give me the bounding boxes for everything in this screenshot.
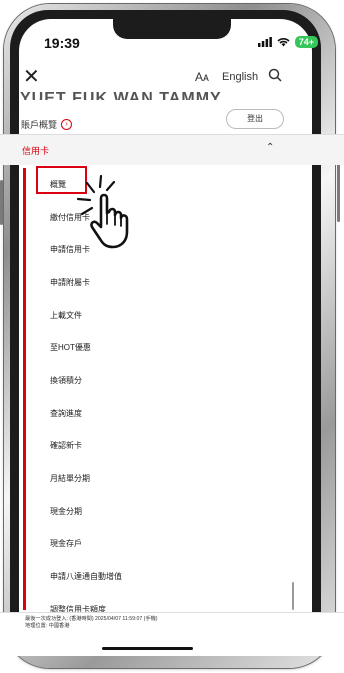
menu-item[interactable]: 現金存戶 — [26, 528, 292, 561]
close-icon[interactable]: ✕ — [23, 66, 40, 88]
menu-item[interactable]: 查詢進度 — [26, 397, 292, 430]
home-indicator[interactable] — [102, 647, 193, 650]
menu-item[interactable]: 確認新卡 — [26, 430, 292, 463]
pointing-hand-icon — [76, 174, 129, 249]
top-bar: ✕ Aᴀ English YUET FUK WAN TAMMY — [0, 66, 344, 106]
menu-item[interactable]: 申請八達通自動增值 — [26, 560, 292, 593]
search-icon[interactable] — [268, 68, 282, 82]
menu-item[interactable]: 月結單分期 — [26, 462, 292, 495]
signal-icon — [257, 37, 272, 47]
section-title: 信用卡 — [22, 146, 50, 156]
logout-button[interactable]: 登出 — [226, 109, 284, 129]
menu-item[interactable]: 申請附屬卡 — [26, 266, 292, 299]
battery-indicator: 74+ — [294, 36, 318, 48]
dynamic-island — [113, 17, 231, 39]
menu-item[interactable]: 繳付信用卡 — [26, 201, 292, 234]
chevron-up-icon[interactable]: ⌃ — [266, 142, 274, 153]
credit-card-section-header[interactable]: 信用卡 ⌃ — [0, 135, 344, 165]
account-overview-label: 賬戶概覽 — [21, 120, 58, 130]
status-time: 19:39 — [44, 35, 80, 51]
arrow-right-circle-icon: › — [61, 119, 73, 130]
menu-item[interactable]: 換領積分 — [26, 364, 292, 397]
credit-card-menu: 概覽 繳付信用卡 申請信用卡 申請附屬卡 上載文件 至HOT優惠 換領積分 查詢進度 確認新卡月… — [26, 168, 292, 626]
menu-item[interactable]: 申請信用卡 — [26, 233, 292, 266]
phone-side-button — [0, 180, 3, 225]
language-button[interactable]: English — [222, 71, 258, 83]
account-name: YUET FUK WAN TAMMY — [20, 91, 222, 100]
menu-item[interactable]: 上載文件 — [26, 299, 292, 332]
wifi-icon — [277, 38, 290, 47]
menu-item[interactable]: 至HOT優惠 — [26, 331, 292, 364]
font-size-button[interactable]: Aᴀ — [195, 70, 209, 84]
location-text: 地理位置: 中國香港 — [25, 623, 70, 629]
phone-side-button — [337, 160, 340, 222]
account-overview-link[interactable]: 賬戶概覽 › — [21, 118, 73, 131]
scrollbar[interactable] — [292, 582, 294, 610]
menu-item[interactable]: 現金分期 — [26, 495, 292, 528]
last-login-text: 最後一次成功登入: (香港時間) 2025/04/07 11:59:07 (手機… — [25, 616, 158, 622]
status-icons: 74+ — [257, 36, 318, 48]
